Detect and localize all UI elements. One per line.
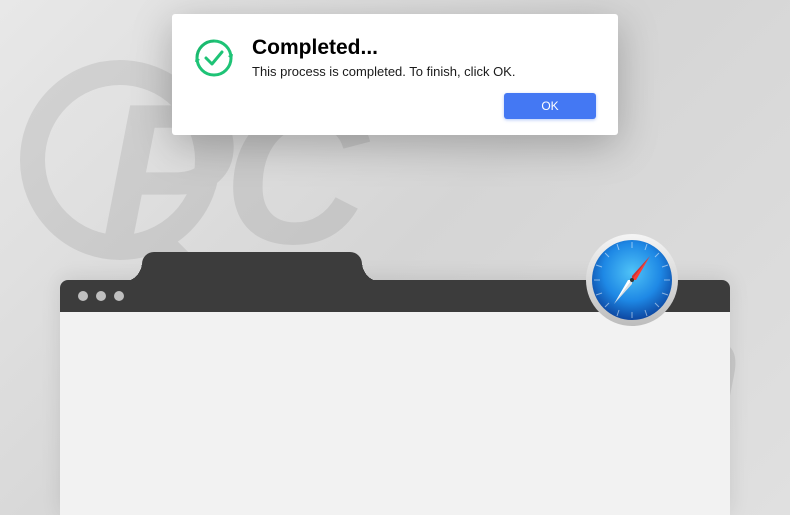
checkmark-circle-icon (194, 38, 234, 78)
browser-window (60, 280, 730, 515)
safari-icon (584, 232, 680, 328)
window-controls (78, 291, 124, 301)
maximize-window-button[interactable] (114, 291, 124, 301)
dialog-title: Completed... (252, 36, 596, 60)
close-window-button[interactable] (78, 291, 88, 301)
dialog-message: This process is completed. To finish, cl… (252, 64, 596, 79)
ok-button[interactable]: OK (504, 93, 596, 119)
minimize-window-button[interactable] (96, 291, 106, 301)
browser-tab[interactable] (142, 252, 362, 282)
completion-dialog: Completed... This process is completed. … (172, 14, 618, 135)
